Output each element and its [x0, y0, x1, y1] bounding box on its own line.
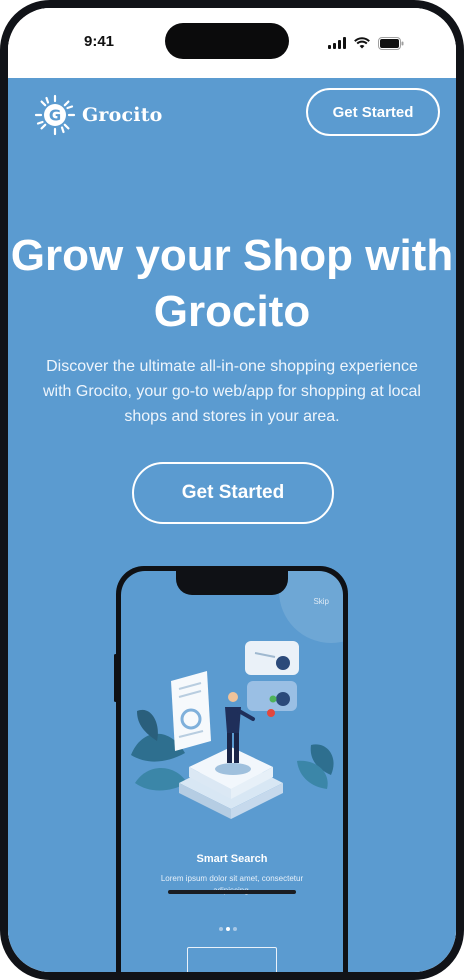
- phone-notch: [176, 571, 288, 595]
- app-preview-screen: Skip Smart Search Lorem ipsum dolor sit …: [121, 571, 343, 972]
- wifi-icon: [354, 37, 370, 49]
- page-dot-active[interactable]: [226, 927, 230, 931]
- feature-title: Smart Search: [196, 853, 268, 865]
- home-indicator[interactable]: [168, 890, 296, 894]
- logo-text: Grocito: [82, 104, 163, 126]
- hero-title: Grow your Shop with Grocito: [10, 231, 454, 336]
- grocito-logo-icon: G: [34, 94, 76, 136]
- status-time: 9:41: [84, 33, 115, 50]
- page-indicator: [219, 927, 237, 931]
- device-frame: 9:41 G Grocito Get Started Grow your Sho…: [0, 0, 464, 980]
- status-bar: 9:41: [8, 8, 456, 78]
- svg-text:G: G: [49, 107, 61, 125]
- hero-subtitle: Discover the ultimate all-in-one shoppin…: [43, 358, 421, 425]
- preview-next-button[interactable]: [187, 947, 277, 972]
- logo[interactable]: G Grocito: [34, 94, 163, 136]
- page-dot[interactable]: [219, 927, 223, 931]
- page-dot[interactable]: [233, 927, 237, 931]
- smart-search-illustration: [131, 641, 334, 819]
- signal-icon: [328, 37, 346, 49]
- app-preview-phone: Skip Smart Search Lorem ipsum dolor sit …: [116, 566, 348, 972]
- hero-get-started-button[interactable]: Get Started: [132, 462, 334, 524]
- battery-icon: [378, 36, 404, 50]
- dynamic-island: [165, 23, 289, 59]
- status-icons: [328, 35, 404, 51]
- landing-screen: G Grocito Get Started Grow your Shop wit…: [8, 78, 456, 972]
- skip-link[interactable]: Skip: [313, 597, 329, 606]
- header-get-started-button[interactable]: Get Started: [306, 88, 440, 136]
